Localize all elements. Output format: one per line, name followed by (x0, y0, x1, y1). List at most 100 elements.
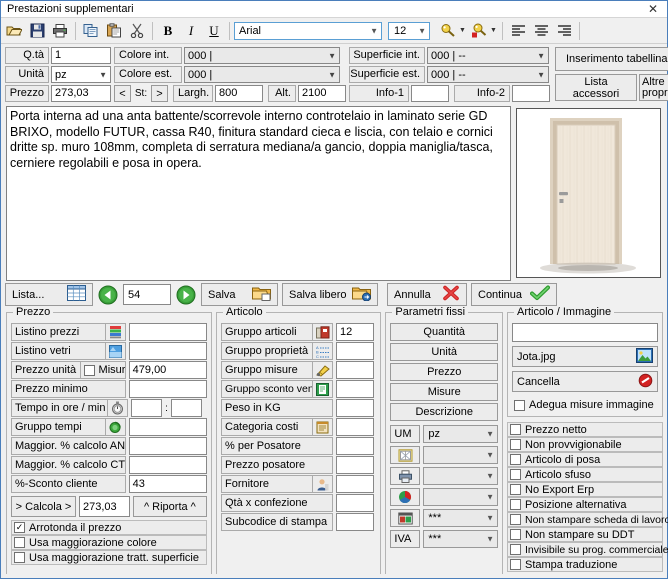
print-icon[interactable] (49, 20, 71, 42)
misure-checkbox[interactable] (83, 364, 95, 376)
arrotonda-prezzo-checkbox[interactable]: ✓ (14, 522, 25, 533)
printer-icon[interactable] (390, 467, 421, 485)
salva-button[interactable]: Salva (201, 283, 278, 306)
param-quantita-button[interactable]: Quantità (390, 323, 498, 341)
flag-non-stampare-ddt-row[interactable]: Non stampare su DDT (507, 527, 663, 542)
close-icon[interactable]: ✕ (639, 1, 667, 18)
window-select[interactable]: ▼ (423, 446, 498, 464)
maggiorazione-superficie-row[interactable]: Usa maggiorazione tratt. superficie (11, 550, 207, 565)
copy-icon[interactable] (80, 20, 102, 42)
flag-articolo-posa-checkbox[interactable] (510, 454, 521, 465)
property-group-icon[interactable]: A B C (313, 342, 333, 360)
percento-posatore-input[interactable] (336, 437, 374, 455)
maggior-ctb-input[interactable] (128, 456, 207, 474)
maggiorazione-colore-checkbox[interactable] (14, 537, 25, 548)
align-center-icon[interactable] (530, 20, 552, 42)
gruppo-sconto-vendita-input[interactable] (336, 380, 374, 398)
sconto-cliente-input[interactable]: 43 (128, 475, 207, 493)
bold-button[interactable]: B (157, 20, 179, 42)
qta-input[interactable]: 1 (51, 47, 111, 64)
fornitore-input[interactable] (336, 475, 374, 493)
param-prezzo-button[interactable]: Prezzo (390, 363, 498, 381)
maggiorazione-superficie-checkbox[interactable] (14, 552, 25, 563)
tempo-min-input[interactable] (171, 399, 202, 417)
flag-non-provvigionabile-row[interactable]: Non provvigionabile (507, 437, 663, 452)
discount-group-icon[interactable] (313, 380, 333, 398)
prezzo-minimo-input[interactable] (128, 380, 207, 398)
supplier-icon[interactable] (313, 475, 333, 493)
chevron-down-icon[interactable]: ▼ (458, 20, 467, 42)
flag-invisibile-commerciale-row[interactable]: Invisibile su prog. commerciale (507, 542, 668, 557)
maggior-anl-input[interactable] (128, 437, 207, 455)
flag-non-stampare-scheda-row[interactable]: Non stampare scheda di lavoro (507, 512, 668, 527)
um-select[interactable]: pz ▼ (423, 425, 498, 443)
flag-non-stampare-scheda-checkbox[interactable] (510, 514, 521, 525)
flag-articolo-sfuso-checkbox[interactable] (510, 469, 521, 480)
save-icon[interactable] (26, 20, 48, 42)
image-file-button[interactable]: Jota.jpg (512, 346, 658, 367)
gruppo-misure-input[interactable] (336, 361, 374, 379)
flag-articolo-sfuso-row[interactable]: Articolo sfuso (507, 467, 663, 482)
position-input[interactable]: 54 (123, 284, 171, 305)
param-descrizione-button[interactable]: Descrizione (390, 403, 498, 421)
salva-libero-button[interactable]: Salva libero (282, 283, 378, 306)
listino-prezzi-input[interactable] (128, 323, 207, 341)
listino-vetri-input[interactable] (128, 342, 207, 360)
time-group-icon[interactable] (106, 418, 126, 436)
calcola-button[interactable]: > Calcola > (11, 496, 76, 517)
paste-icon[interactable] (103, 20, 125, 42)
flag-non-stampare-ddt-checkbox[interactable] (510, 529, 521, 540)
glass-list-icon[interactable] (106, 342, 126, 360)
text-color-icon[interactable] (437, 20, 459, 42)
unita-select[interactable]: pz ▼ (51, 66, 111, 83)
flag-posizione-alternativa-checkbox[interactable] (510, 499, 521, 510)
prev-record-button[interactable] (97, 284, 119, 306)
flag-stampa-traduzione-row[interactable]: Stampa traduzione (507, 557, 663, 572)
flag-non-provvigionabile-checkbox[interactable] (510, 439, 521, 450)
prezzo-unita-input[interactable]: 479,00 (128, 361, 207, 379)
window-icon[interactable] (390, 446, 421, 464)
annulla-button[interactable]: Annulla (387, 283, 467, 306)
info1-input[interactable] (411, 85, 449, 102)
highlight-color-icon[interactable] (468, 20, 490, 42)
flag-stampa-traduzione-checkbox[interactable] (510, 559, 521, 570)
peso-kg-input[interactable] (336, 399, 374, 417)
product-image-preview[interactable] (516, 108, 661, 278)
tempo-ore-input[interactable] (131, 399, 162, 417)
chevron-down-icon[interactable]: ▼ (489, 20, 498, 42)
categoria-costi-input[interactable] (336, 418, 374, 436)
qta-confezione-input[interactable] (336, 494, 374, 512)
flag-prezzo-netto-row[interactable]: Prezzo netto (507, 422, 663, 437)
printer-select[interactable]: ▼ (423, 467, 498, 485)
cut-icon[interactable] (126, 20, 148, 42)
lista-accessori-button[interactable]: Lista accessori (555, 74, 637, 101)
align-right-icon[interactable] (553, 20, 575, 42)
largh-input[interactable]: 800 (215, 85, 263, 102)
image-path-input[interactable] (512, 323, 658, 342)
font-size-select[interactable]: 12 ▼ (388, 21, 430, 40)
cost-category-icon[interactable] (313, 418, 333, 436)
iva-select[interactable]: *** ▼ (423, 530, 498, 548)
superficie-int-select[interactable]: 000 | -- ▼ (427, 47, 549, 64)
inserimento-tabellina-button[interactable]: Inserimento tabellina 1 2 3 (555, 47, 668, 71)
alt-input[interactable]: 2100 (298, 85, 346, 102)
adegua-misure-checkbox[interactable] (514, 399, 525, 411)
maggiorazione-colore-row[interactable]: Usa maggiorazione colore (11, 535, 207, 550)
flag-no-export-erp-checkbox[interactable] (510, 484, 521, 495)
gruppo-proprieta-input[interactable] (336, 342, 374, 360)
gruppo-tempi-input[interactable] (128, 418, 207, 436)
color-wheel-icon[interactable] (390, 488, 421, 506)
article-group-icon[interactable] (313, 323, 333, 341)
st-next-button[interactable]: > (151, 85, 168, 102)
superficie-est-select[interactable]: 000 | -- ▼ (427, 66, 549, 83)
altre-proprieta-button[interactable]: Altre proprietà (639, 74, 668, 101)
flag-no-export-erp-row[interactable]: No Export Erp (507, 482, 663, 497)
riporta-button[interactable]: ^ Riporta ^ (132, 496, 207, 517)
open-icon[interactable] (3, 20, 25, 42)
prezzo-posatore-input[interactable] (336, 456, 374, 474)
flag-prezzo-netto-checkbox[interactable] (510, 424, 521, 435)
st-prev-button[interactable]: < (114, 85, 131, 102)
color-select[interactable]: ▼ (423, 488, 498, 506)
subcodice-stampa-input[interactable] (336, 513, 374, 531)
adegua-misure-row[interactable]: Adegua misure immagine (512, 397, 658, 413)
